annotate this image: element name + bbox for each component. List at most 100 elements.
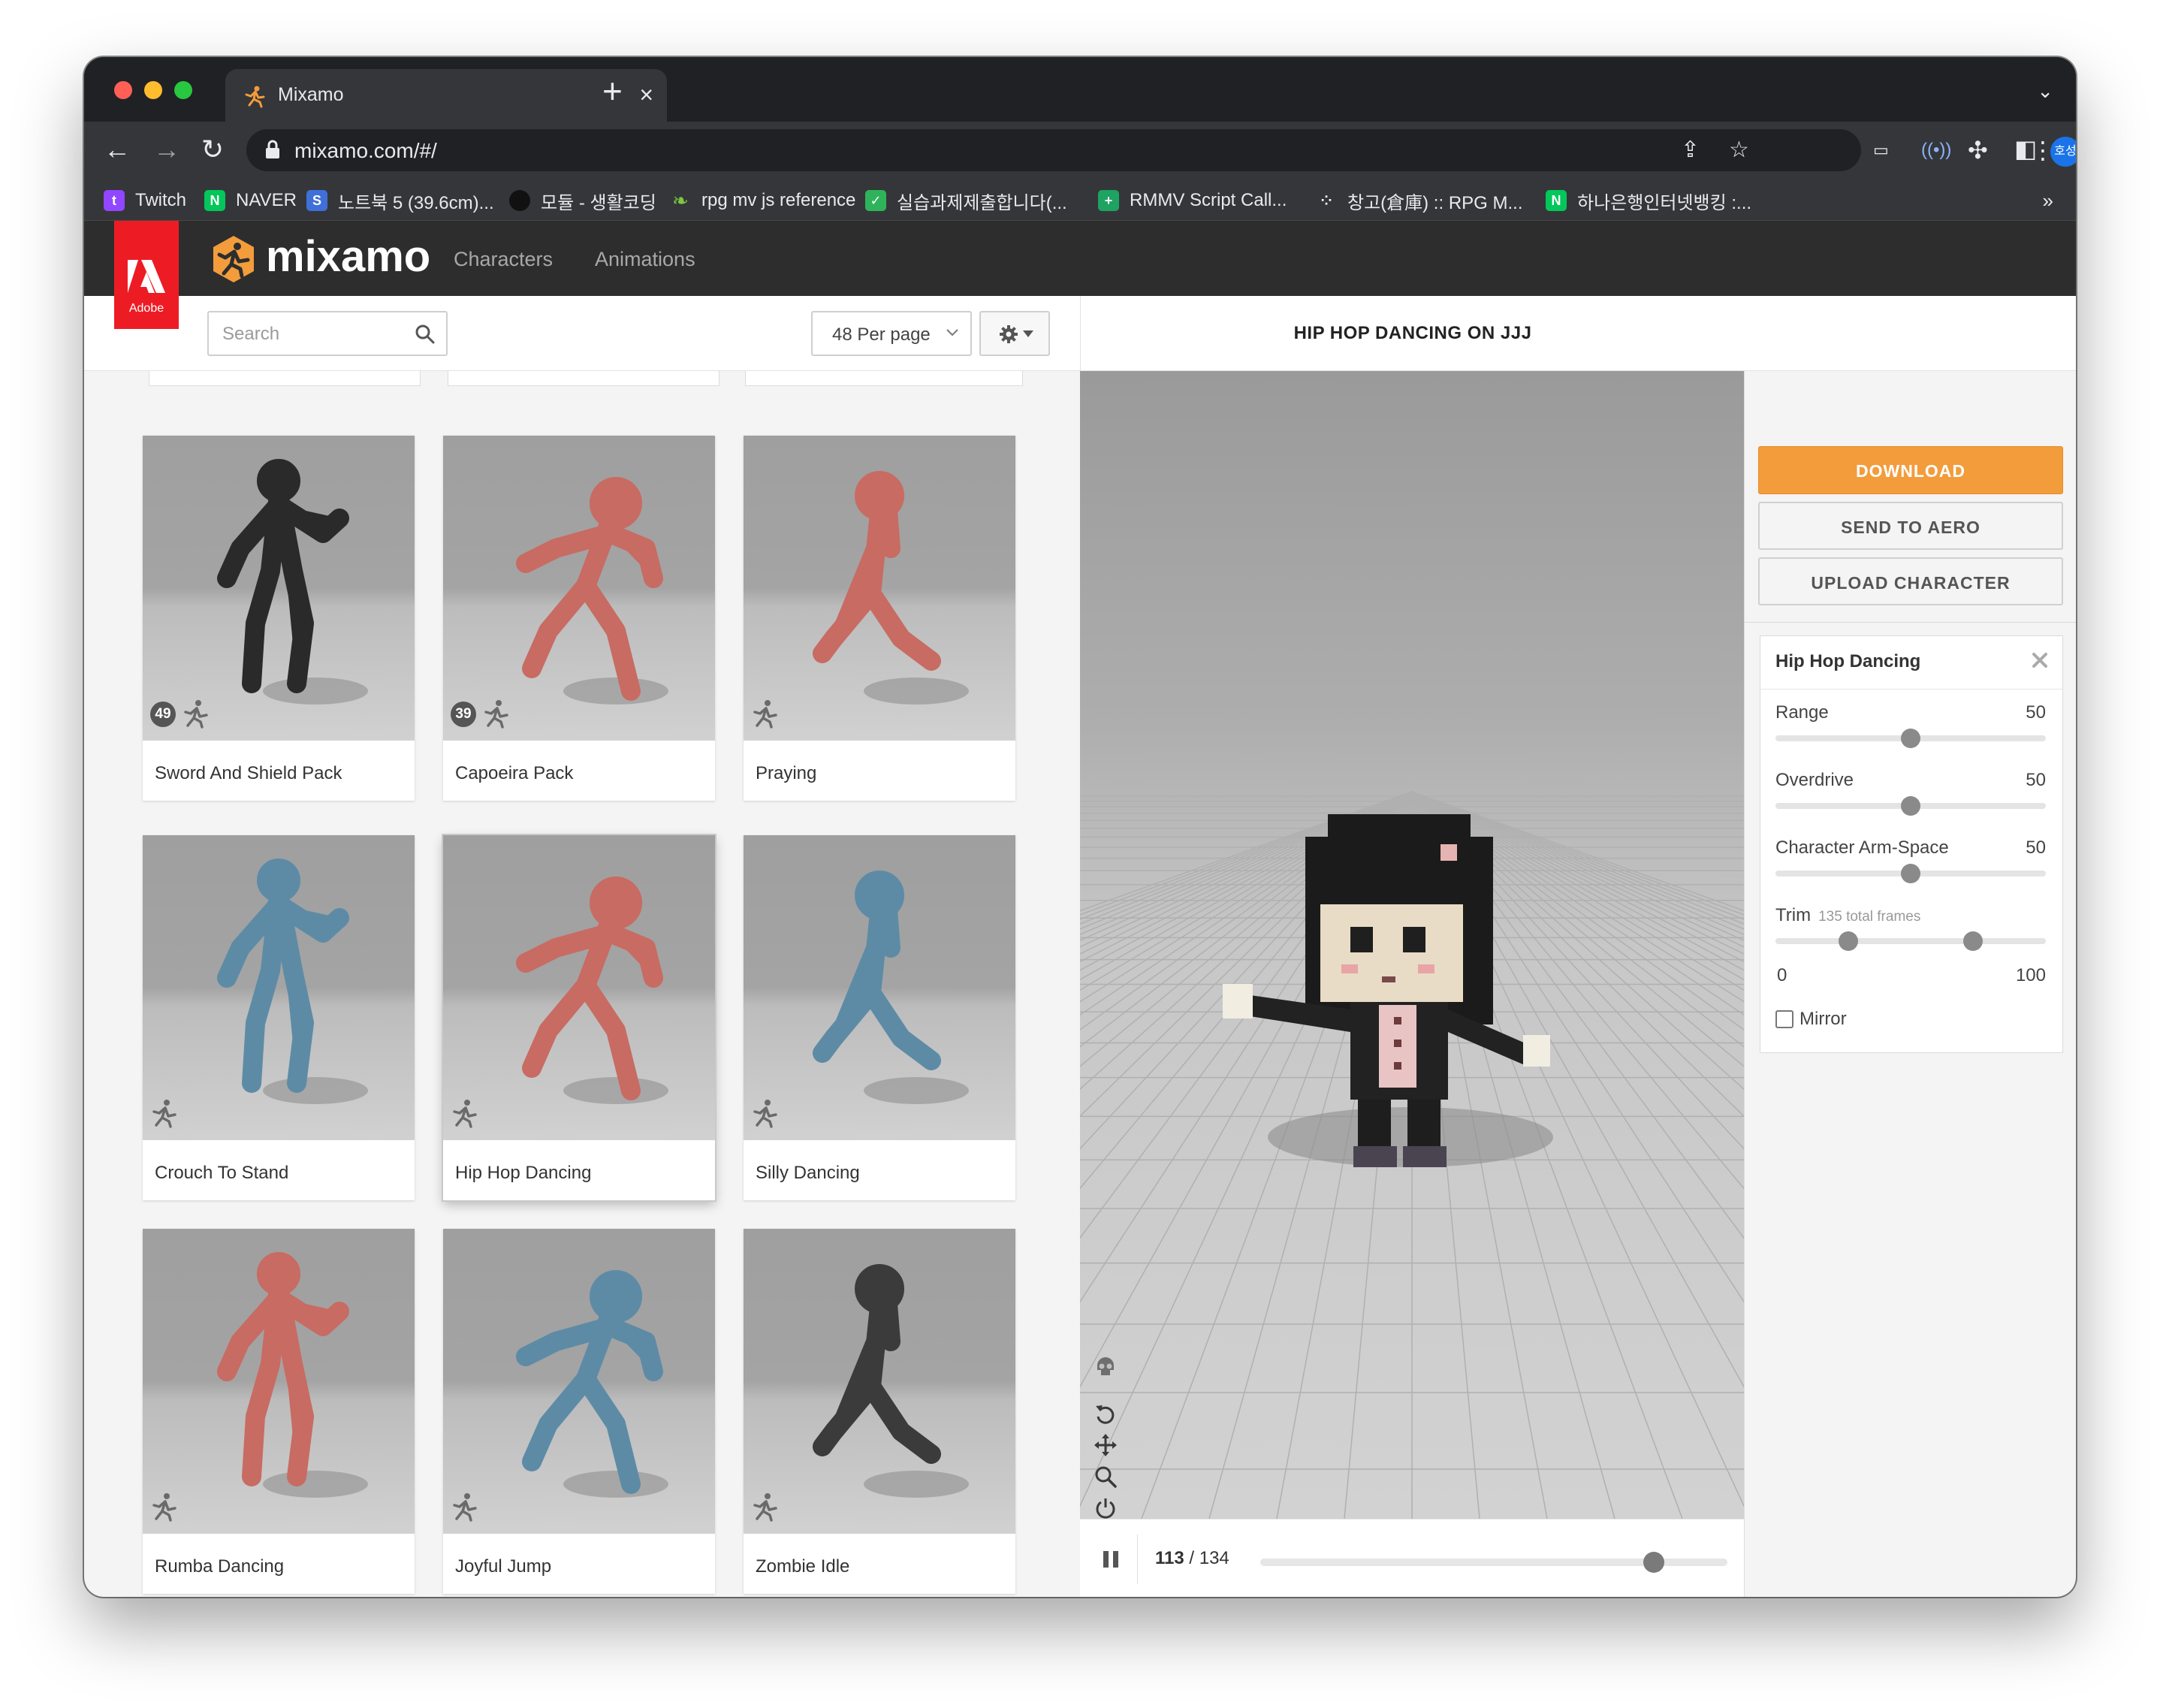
bookmark-item[interactable]: S 노트북 5 (39.6cm)... <box>306 188 494 213</box>
animation-thumbnail: 49 <box>143 436 415 741</box>
animation-card[interactable]: Crouch To Stand <box>143 835 415 1200</box>
search-icon[interactable] <box>415 324 436 345</box>
animation-thumbnail <box>443 835 715 1140</box>
mixamo-logo-icon[interactable] <box>209 234 258 284</box>
animation-card-label: Sword And Shield Pack <box>155 763 342 783</box>
animation-card-label: Rumba Dancing <box>155 1556 285 1577</box>
extension-broadcast-icon[interactable]: ((•)) <box>1921 135 1951 165</box>
animation-card[interactable]: Rumba Dancing <box>143 1229 415 1594</box>
animation-card-label: Praying <box>756 763 817 783</box>
timeline-slider[interactable] <box>1260 1552 1727 1573</box>
extensions-puzzle-icon[interactable]: ✣ <box>1968 135 1988 165</box>
bookmark-item[interactable]: + RMMV Script Call... <box>1098 188 1287 213</box>
tab-mixamo[interactable]: Mixamo × <box>225 69 667 122</box>
bookmark-favicon-icon: + <box>1098 190 1119 211</box>
mirror-checkbox[interactable] <box>1775 1010 1793 1028</box>
tab-close-icon[interactable]: × <box>639 80 653 110</box>
character-figure <box>217 1252 368 1498</box>
power-icon[interactable] <box>1094 1496 1118 1519</box>
nav-characters[interactable]: Characters <box>454 248 553 271</box>
animation-thumbnail <box>143 835 415 1140</box>
animation-card[interactable]: Hip Hop Dancing <box>443 835 715 1200</box>
param-slider[interactable] <box>1775 796 2046 816</box>
browser-window: Mixamo × + ⌄ ← → ↻ mixamo.com/#/ ⇪ ☆ ▭ (… <box>84 57 2076 1597</box>
mixamo-favicon-icon <box>245 86 265 108</box>
animation-card[interactable]: 39 Capoeira Pack <box>443 436 726 811</box>
caret-down-icon <box>1023 330 1033 337</box>
bookmark-item[interactable]: 모듈 - 생활코딩 <box>509 188 656 213</box>
animation-card[interactable]: Silly Dancing <box>744 835 1015 1200</box>
bookmark-item[interactable]: ✓ 실습과제제출합니다(... <box>865 188 1067 213</box>
minimize-window-button[interactable] <box>144 81 162 99</box>
param-slider-thumb[interactable] <box>1901 864 1920 883</box>
per-page-select[interactable]: 48 Per page <box>811 311 972 356</box>
trim-start-thumb[interactable] <box>1839 931 1859 951</box>
bookmarks-bar: t Twitch N NAVER S 노트북 5 (39.6cm)... 모듈 - 생활코딩… <box>84 179 2076 221</box>
close-icon[interactable] <box>2031 651 2049 669</box>
browser-toolbar-row: 48 Per page <box>84 296 1080 371</box>
zoom-icon[interactable] <box>1094 1465 1118 1489</box>
timeline-thumb[interactable] <box>1643 1552 1665 1573</box>
animation-card[interactable]: 49 Sword And Shield Pack <box>143 436 425 811</box>
forward-arrow-icon[interactable]: → <box>153 132 180 167</box>
character-figure <box>813 1264 969 1498</box>
pause-icon[interactable] <box>1101 1550 1121 1569</box>
bookmark-item[interactable]: N 하나은행인터넷뱅킹 :... <box>1546 188 1751 213</box>
bookmark-item[interactable]: t Twitch <box>104 188 186 213</box>
reload-icon[interactable]: ↻ <box>201 132 224 167</box>
search-input[interactable] <box>222 321 410 347</box>
bookmark-label: 하나은행인터넷뱅킹 :... <box>1577 192 1752 213</box>
animation-browser: 48 Per page <box>84 296 1080 1597</box>
running-man-icon <box>453 1100 477 1128</box>
animation-thumbnail <box>744 436 1015 741</box>
animation-card[interactable]: Zombie Idle <box>744 1229 1015 1594</box>
kebab-menu-icon[interactable]: ⋮ <box>2031 135 2055 165</box>
adobe-logo[interactable]: Adobe <box>114 221 179 329</box>
param-slider-thumb[interactable] <box>1901 796 1920 816</box>
nav-animations[interactable]: Animations <box>595 248 695 271</box>
cast-icon[interactable]: ▭ <box>1873 135 1889 165</box>
send-to-aero-button[interactable]: SEND TO AERO <box>1758 502 2063 550</box>
upload-character-button[interactable]: UPLOAD CHARACTER <box>1758 557 2063 605</box>
close-window-button[interactable] <box>114 81 132 99</box>
bookmarks-overflow-icon[interactable]: » <box>2043 189 2053 213</box>
pan-move-icon[interactable] <box>1094 1433 1118 1457</box>
download-button[interactable]: DOWNLOAD <box>1758 446 2063 494</box>
bookmark-label: Twitch <box>135 190 187 210</box>
bookmark-label: rpg mv js reference <box>701 190 856 210</box>
character-figure <box>516 877 668 1104</box>
search-box[interactable] <box>207 311 448 356</box>
back-arrow-icon[interactable]: ← <box>104 132 131 167</box>
star-icon[interactable]: ☆ <box>1729 137 1749 163</box>
param-slider[interactable] <box>1775 864 2046 883</box>
bookmark-favicon-icon: N <box>204 190 225 211</box>
character-figure <box>217 859 368 1104</box>
share-icon[interactable]: ⇪ <box>1681 137 1700 163</box>
animation-card[interactable]: Praying <box>744 436 1015 801</box>
param-slider-thumb[interactable] <box>1901 729 1920 748</box>
running-man-icon <box>453 1493 477 1522</box>
3d-viewport[interactable] <box>1080 371 1744 1519</box>
address-bar[interactable]: mixamo.com/#/ ⇪ ☆ <box>246 129 1861 171</box>
chevron-down-icon[interactable]: ⌄ <box>2037 80 2053 103</box>
new-tab-button[interactable]: + <box>602 74 623 108</box>
bookmark-item[interactable]: ⁘ 창고(倉庫) :: RPG M... <box>1316 188 1523 213</box>
param-slider[interactable] <box>1775 729 2046 748</box>
trim-end-thumb[interactable] <box>1962 931 1983 951</box>
maximize-window-button[interactable] <box>174 81 192 99</box>
animation-settings-card: Hip Hop Dancing Range 50 Overdrive 50 Charac… <box>1760 635 2063 1053</box>
bookmark-item[interactable]: N NAVER <box>204 188 297 213</box>
viewer-title: HIP HOP DANCING ON JJJ <box>1293 323 1532 343</box>
animation-card[interactable]: Joyful Jump <box>443 1229 715 1594</box>
skeleton-icon[interactable] <box>1094 1355 1118 1379</box>
browser-toolbar: ← → ↻ mixamo.com/#/ ⇪ ☆ ▭ ((•)) ✣ ◧ 호성 ⋮ <box>84 122 2076 179</box>
viewer-header: HIP HOP DANCING ON JJJ <box>1080 296 2076 371</box>
url-text: mixamo.com/#/ <box>294 139 437 162</box>
current-frame: 113 <box>1155 1548 1184 1568</box>
reset-rotate-icon[interactable] <box>1094 1403 1118 1427</box>
view-settings-button[interactable] <box>979 311 1050 356</box>
bookmark-item[interactable]: ❧ rpg mv js reference <box>670 188 855 213</box>
trim-slider[interactable] <box>1775 931 2046 951</box>
animation-card-label: Capoeira Pack <box>455 763 574 783</box>
bookmark-favicon-icon: ❧ <box>670 190 691 211</box>
